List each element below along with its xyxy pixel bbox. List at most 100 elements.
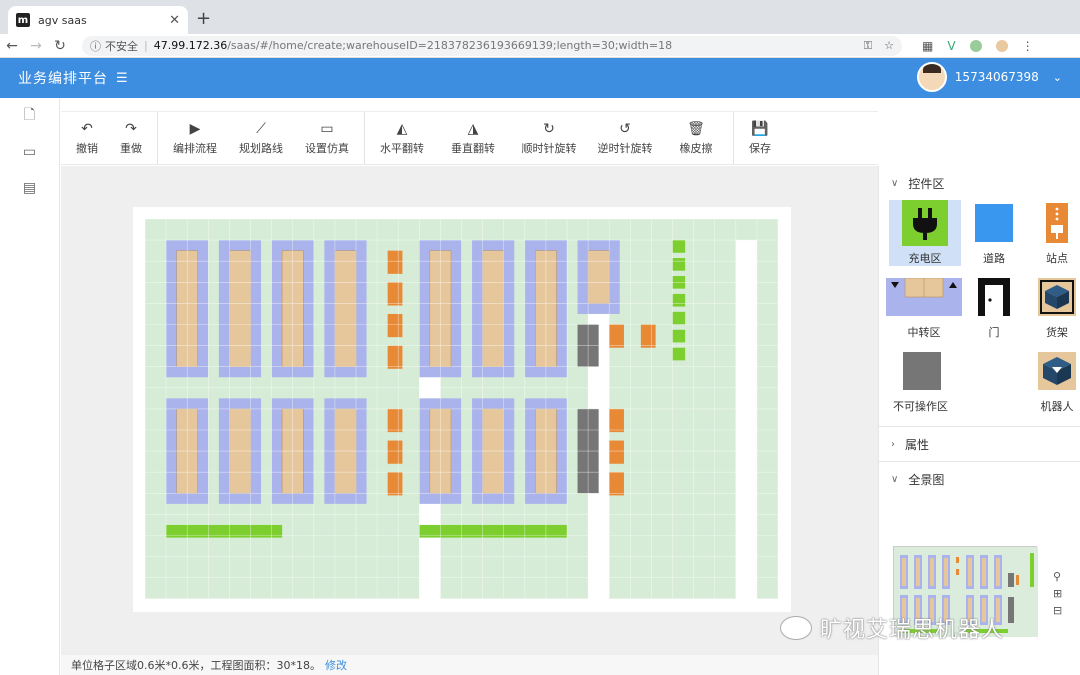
zoom-out-icon[interactable]: ⊟ — [1053, 604, 1062, 617]
station-cell[interactable] — [387, 282, 403, 306]
widget-label: 中转区 — [907, 326, 941, 339]
reload-button[interactable]: ↻ — [48, 38, 72, 54]
zoom-in-icon[interactable]: ⊞ — [1053, 587, 1062, 600]
widget-label: 充电区 — [908, 252, 942, 265]
redo-label: 重做 — [120, 142, 142, 155]
eraser-label: 橡皮擦 — [679, 142, 713, 155]
charger-cell[interactable] — [672, 311, 686, 325]
insecure-label: 不安全 — [105, 39, 138, 53]
warehouse-canvas[interactable] — [133, 207, 791, 612]
station-cell[interactable] — [387, 345, 403, 369]
widget-blocked-zone[interactable]: 不可操作区 — [889, 348, 1027, 414]
flip-vertical-icon: ◮ — [467, 121, 479, 137]
properties-section-header[interactable]: › 属性 — [879, 427, 1080, 461]
station-cell[interactable] — [609, 472, 624, 496]
station-icon — [1034, 200, 1080, 246]
locate-icon[interactable]: ⚲ — [1053, 570, 1062, 583]
rotate-ccw-button[interactable]: ↺ 逆时针旋转 — [587, 112, 663, 164]
status-text: 单位格子区域0.6米*0.6米，工程图面积：30*18。 — [71, 659, 321, 672]
back-button[interactable]: ← — [0, 38, 24, 54]
watermark-text: 旷视艾瑞思机器人 — [820, 618, 1005, 643]
avatar[interactable] — [916, 62, 947, 92]
simulation-button[interactable]: ▭ 设置仿真 — [294, 112, 360, 164]
forward-button[interactable]: → — [24, 38, 48, 54]
user-menu[interactable]: 15734067398 ⌄ — [916, 62, 1062, 92]
flip-horizontal-label: 水平翻转 — [380, 142, 424, 155]
flip-vertical-button[interactable]: ◮ 垂直翻转 — [435, 112, 511, 164]
redo-button[interactable]: ↷ 重做 — [109, 112, 153, 164]
flip-vertical-label: 垂直翻转 — [451, 142, 495, 155]
shelf-box-icon — [1034, 274, 1080, 320]
station-cell[interactable] — [387, 440, 403, 464]
app-title: 业务编排平台 — [18, 71, 108, 87]
info-icon[interactable]: ⓘ — [90, 38, 101, 54]
url-path: /saas/#/home/create;warehouseID=21837823… — [227, 39, 673, 52]
new-tab-button[interactable]: + — [196, 8, 211, 29]
station-cell[interactable] — [640, 324, 656, 348]
star-icon[interactable]: ☆ — [884, 39, 894, 53]
widget-station[interactable]: 站点 — [1027, 200, 1080, 266]
chevron-down-icon[interactable]: ⌄ — [1053, 71, 1062, 84]
report-icon[interactable]: ▤ — [0, 170, 59, 206]
empty-cell[interactable] — [735, 451, 757, 599]
flip-horizontal-icon: ◭ — [396, 121, 408, 137]
station-cell[interactable] — [387, 472, 403, 496]
eraser-button[interactable]: 🗑 橡皮擦 — [663, 112, 729, 164]
charger-cell[interactable] — [672, 240, 686, 253]
edit-area-link[interactable]: 修改 — [325, 657, 347, 673]
widgets-section-header[interactable]: ∨ 控件区 — [879, 166, 1080, 200]
blocked-zone-icon — [899, 348, 945, 394]
shelf-block[interactable] — [482, 250, 504, 367]
charger-cell[interactable] — [672, 258, 686, 271]
charger-cell[interactable] — [672, 329, 686, 343]
right-panel: ∨ 控件区 充电区 道路 站点 中转区 门 货架 不可操作区 机器人 › 属性 … — [878, 166, 1080, 675]
station-cell[interactable] — [387, 408, 403, 433]
charger-cell[interactable] — [672, 347, 686, 361]
overview-section-header[interactable]: ∨ 全景图 — [879, 462, 1080, 496]
undo-button[interactable]: ↶ 撤销 — [65, 112, 109, 164]
file-icon[interactable]: 🗋 — [0, 98, 59, 134]
extension-dot-icon[interactable] — [969, 39, 982, 52]
favicon-icon: m — [16, 13, 30, 27]
charger-cell[interactable] — [672, 293, 686, 307]
overview-section-title: 全景图 — [908, 472, 945, 487]
key-icon[interactable]: ⚿ — [864, 39, 872, 53]
orchestrate-button[interactable]: ▶ 编排流程 — [162, 112, 228, 164]
close-tab-icon[interactable]: ✕ — [169, 13, 180, 28]
station-cell[interactable] — [609, 440, 624, 464]
station-cell[interactable] — [609, 408, 624, 433]
shelf-block[interactable] — [229, 250, 251, 367]
station-cell[interactable] — [387, 313, 403, 338]
qr-extension-icon[interactable]: ▦ — [922, 39, 933, 53]
menu-toggle-icon[interactable]: ☰ — [116, 71, 128, 86]
trash-icon: 🗑 — [687, 121, 705, 137]
station-cell[interactable] — [609, 324, 624, 348]
vue-extension-icon[interactable]: V — [947, 39, 955, 53]
widget-door[interactable]: 门 — [961, 274, 1027, 340]
widget-charging-zone[interactable]: 充电区 — [889, 200, 961, 266]
browser-tab[interactable]: m agv saas ✕ — [8, 6, 188, 34]
station-cell[interactable] — [387, 250, 403, 274]
rotate-cw-icon: ↻ — [543, 121, 555, 137]
shelf-block[interactable] — [587, 250, 610, 304]
warehouse-grid[interactable] — [145, 219, 779, 600]
widget-road[interactable]: 道路 — [961, 200, 1027, 266]
shelf-block[interactable] — [334, 250, 357, 367]
more-menu-icon[interactable]: ⋮ — [1022, 39, 1034, 53]
transfer-zone-icon — [886, 274, 962, 320]
widget-transfer-zone[interactable]: 中转区 — [886, 274, 962, 340]
folder-icon[interactable]: ▭ — [0, 134, 59, 170]
flip-horizontal-button[interactable]: ◭ 水平翻转 — [369, 112, 435, 164]
video-camera-icon: ▭ — [320, 121, 334, 137]
charger-plug-icon — [902, 200, 948, 246]
profile-icon[interactable] — [995, 39, 1008, 52]
rotate-cw-button[interactable]: ↻ 顺时针旋转 — [511, 112, 587, 164]
widget-robot[interactable]: 机器人 — [1027, 348, 1080, 414]
url-input[interactable]: ⓘ 不安全 | 47.99.172.36 /saas/#/home/create… — [82, 35, 902, 56]
widget-shelf[interactable]: 货架 — [1027, 274, 1080, 340]
history-group: ↶ 撤销 ↷ 重做 — [61, 112, 158, 164]
plan-route-button[interactable]: ⟋ 规划路线 — [228, 112, 294, 164]
save-icon: 💾 — [751, 121, 769, 137]
save-button[interactable]: 💾 保存 — [738, 112, 782, 164]
chevron-down-icon: ∨ — [891, 177, 899, 189]
